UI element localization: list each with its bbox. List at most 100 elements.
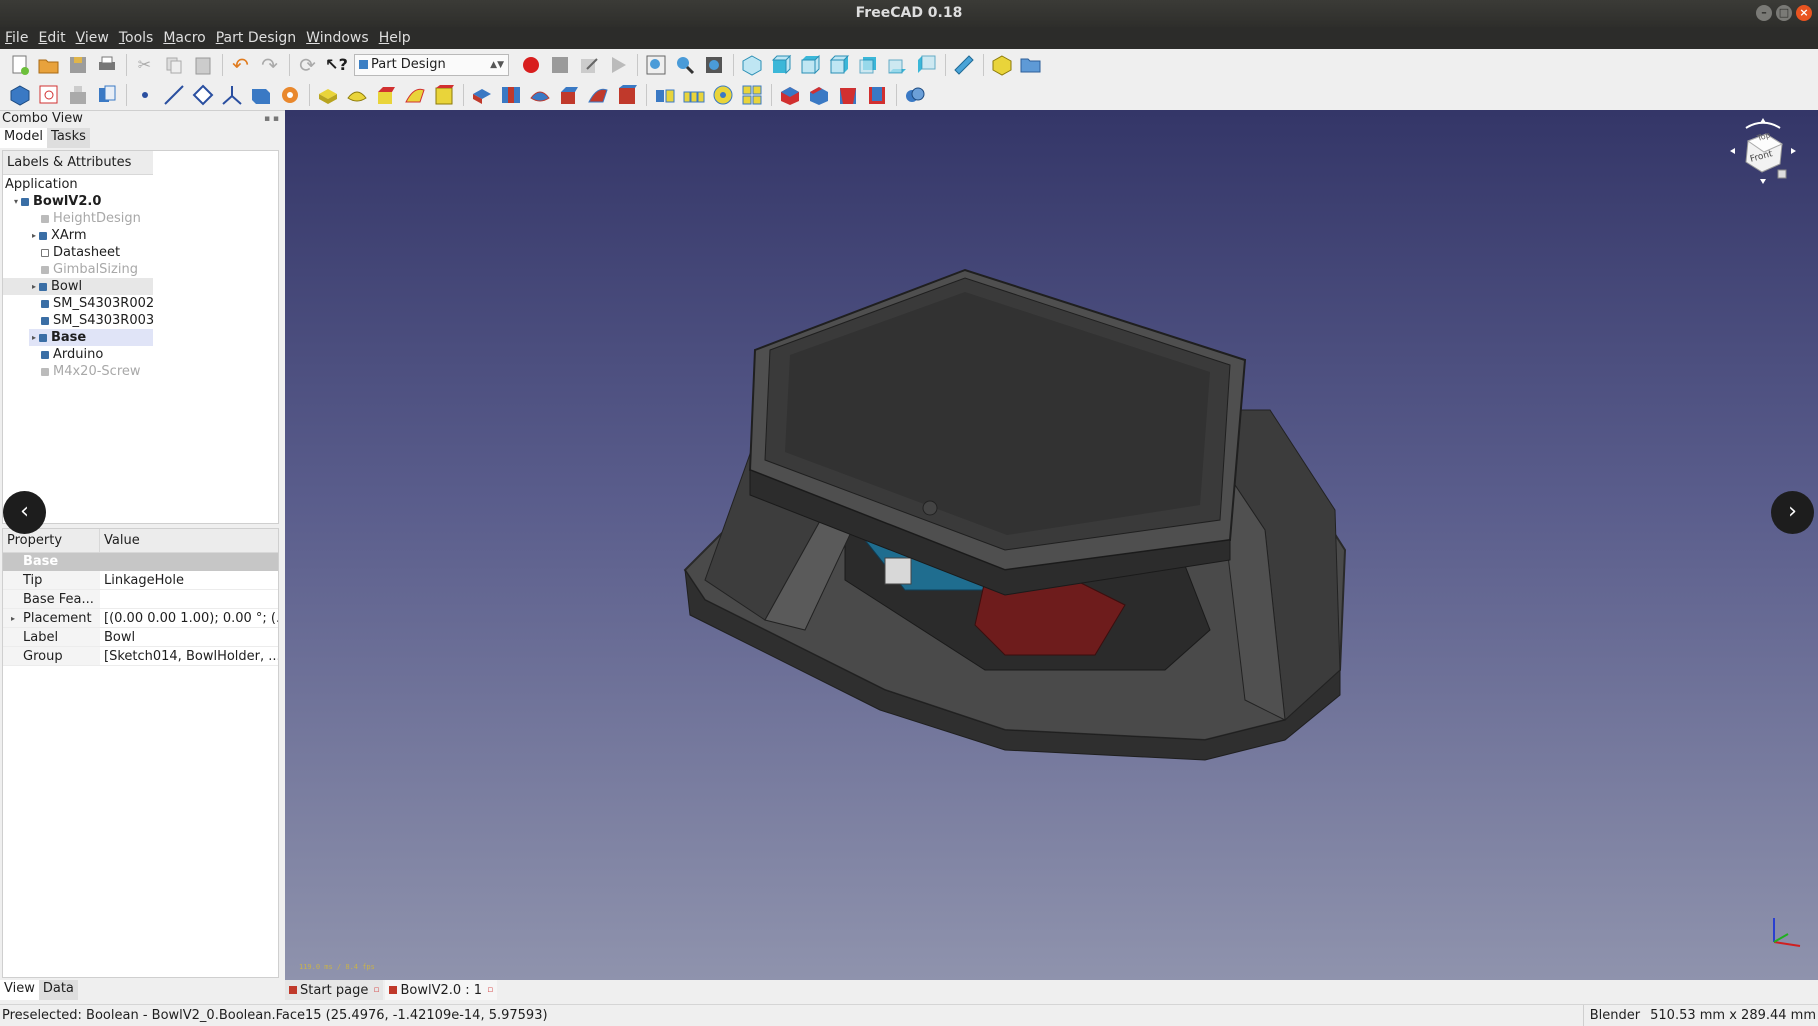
- save-icon[interactable]: [66, 53, 89, 76]
- revolution-icon[interactable]: [345, 84, 368, 107]
- chamfer-icon[interactable]: [807, 84, 830, 107]
- tree-item[interactable]: SM_S4303R002: [41, 295, 154, 312]
- menu-tools[interactable]: Tools: [119, 30, 154, 46]
- property-value[interactable]: LinkageHole: [100, 571, 278, 589]
- create-body-icon[interactable]: [8, 84, 31, 107]
- redo-icon[interactable]: ↷: [258, 53, 281, 77]
- subtractive-loft-icon[interactable]: [557, 84, 580, 107]
- menu-help[interactable]: Help: [379, 30, 411, 46]
- whats-this-icon[interactable]: ↖?: [325, 53, 348, 76]
- shape-binder-icon[interactable]: [249, 84, 272, 107]
- open-folder-icon[interactable]: [37, 53, 60, 76]
- new-document-icon[interactable]: [8, 53, 31, 76]
- create-sketch-icon[interactable]: [37, 84, 60, 107]
- macro-run-icon[interactable]: [606, 53, 629, 76]
- tree-item[interactable]: SM_S4303R003: [41, 312, 154, 329]
- menu-view[interactable]: View: [76, 30, 109, 46]
- groove-icon[interactable]: [528, 84, 551, 107]
- paste-icon[interactable]: [191, 53, 214, 76]
- expand-arrow-icon[interactable]: ▸: [29, 227, 39, 244]
- property-row[interactable]: Base Fea...: [3, 590, 278, 609]
- view-left-icon[interactable]: [914, 53, 937, 76]
- property-value[interactable]: Bowl: [100, 628, 278, 646]
- close-icon[interactable]: ×: [1796, 5, 1812, 21]
- tab-model[interactable]: Model: [0, 128, 48, 148]
- tree-item[interactable]: HeightDesign: [41, 210, 141, 227]
- property-value[interactable]: [Sketch014, BowlHolder, ...: [100, 647, 278, 665]
- menu-part-design[interactable]: Part Design: [216, 30, 296, 46]
- pocket-icon[interactable]: [470, 84, 493, 107]
- tree-root-application[interactable]: Application: [5, 176, 78, 193]
- property-row[interactable]: ▸ Placement [(0.00 0.00 1.00); 0.00 °; (.…: [3, 609, 278, 628]
- tree-item[interactable]: ▸ XArm: [29, 227, 87, 244]
- draft-icon[interactable]: [836, 84, 859, 107]
- fillet-icon[interactable]: [778, 84, 801, 107]
- tree-item[interactable]: Datasheet: [41, 244, 120, 261]
- expand-arrow-icon[interactable]: ▸: [29, 329, 39, 346]
- 3d-viewport[interactable]: Top Front 119.0 ms / 8.4 fps: [285, 110, 1818, 980]
- additive-loft-icon[interactable]: [374, 84, 397, 107]
- datum-point-icon[interactable]: [133, 84, 156, 107]
- menu-file[interactable]: File: [5, 30, 28, 46]
- subtractive-pipe-icon[interactable]: [586, 84, 609, 107]
- close-tab-icon[interactable]: ▫: [487, 985, 493, 995]
- tree-item-document[interactable]: ▾ BowlV2.0: [11, 193, 101, 210]
- polar-pattern-icon[interactable]: [711, 84, 734, 107]
- additive-pipe-icon[interactable]: [403, 84, 426, 107]
- tab-data[interactable]: Data: [38, 980, 78, 1000]
- clone-icon[interactable]: [95, 84, 118, 107]
- pad-icon[interactable]: [316, 84, 339, 107]
- expand-arrow-icon[interactable]: ▸: [11, 609, 15, 627]
- tab-start-page[interactable]: Start page ▫: [285, 980, 384, 1000]
- menu-windows[interactable]: Windows: [306, 30, 369, 46]
- expand-arrow-icon[interactable]: ▾: [11, 193, 21, 210]
- mirrored-icon[interactable]: [653, 84, 676, 107]
- print-icon[interactable]: [95, 53, 118, 76]
- tab-view[interactable]: View: [0, 980, 39, 1000]
- datum-plane-icon[interactable]: [191, 84, 214, 107]
- property-row[interactable]: Label Bowl: [3, 628, 278, 647]
- additive-primitive-icon[interactable]: [432, 84, 455, 107]
- fit-all-icon[interactable]: [644, 53, 667, 76]
- measure-distance-icon[interactable]: [952, 53, 975, 76]
- fit-selection-icon[interactable]: [673, 53, 696, 76]
- boolean-icon[interactable]: [903, 84, 926, 107]
- previous-arrow-button[interactable]: ‹: [3, 491, 46, 534]
- workbench-selector[interactable]: Part Design ▲▼: [354, 53, 509, 76]
- create-group-icon[interactable]: [1019, 53, 1042, 76]
- create-part-icon[interactable]: [990, 53, 1013, 76]
- cut-icon[interactable]: ✂: [133, 53, 156, 76]
- tab-tasks[interactable]: Tasks: [47, 128, 90, 148]
- macro-record-icon[interactable]: [519, 53, 542, 76]
- navigation-style-selector[interactable]: Blender: [1582, 1005, 1640, 1026]
- view-isometric-icon[interactable]: [740, 53, 763, 76]
- view-bottom-icon[interactable]: [885, 53, 908, 76]
- maximize-icon[interactable]: □: [1776, 5, 1792, 21]
- tree-item[interactable]: Arduino: [41, 346, 103, 363]
- tree-item-bowl[interactable]: ▸ Bowl: [3, 278, 153, 295]
- sub-shape-binder-icon[interactable]: [278, 84, 301, 107]
- 3d-model-render[interactable]: [285, 110, 1818, 980]
- tree-item[interactable]: M4x20-Screw: [41, 363, 141, 380]
- macro-edit-icon[interactable]: [577, 53, 600, 76]
- menu-edit[interactable]: Edit: [38, 30, 65, 46]
- undo-icon[interactable]: ↶: [229, 53, 252, 77]
- menu-macro[interactable]: Macro: [163, 30, 205, 46]
- property-row[interactable]: Tip LinkageHole: [3, 571, 278, 590]
- view-right-icon[interactable]: [827, 53, 850, 76]
- validate-sketch-icon[interactable]: [66, 84, 89, 107]
- view-rear-icon[interactable]: [856, 53, 879, 76]
- close-tab-icon[interactable]: ▫: [373, 985, 379, 995]
- refresh-icon[interactable]: ⟳: [296, 53, 319, 77]
- hole-icon[interactable]: [499, 84, 522, 107]
- property-value[interactable]: [100, 590, 278, 608]
- local-coordinate-system-icon[interactable]: [220, 84, 243, 107]
- multi-transform-icon[interactable]: [740, 84, 763, 107]
- value-column-header[interactable]: Value: [100, 529, 140, 552]
- draw-style-icon[interactable]: [702, 53, 725, 76]
- property-value[interactable]: [(0.00 0.00 1.00); 0.00 °; (...: [100, 609, 278, 627]
- navigation-cube[interactable]: Top Front: [1728, 116, 1798, 186]
- linear-pattern-icon[interactable]: [682, 84, 705, 107]
- property-row[interactable]: Group [Sketch014, BowlHolder, ...: [3, 647, 278, 666]
- next-arrow-button[interactable]: ›: [1771, 491, 1814, 534]
